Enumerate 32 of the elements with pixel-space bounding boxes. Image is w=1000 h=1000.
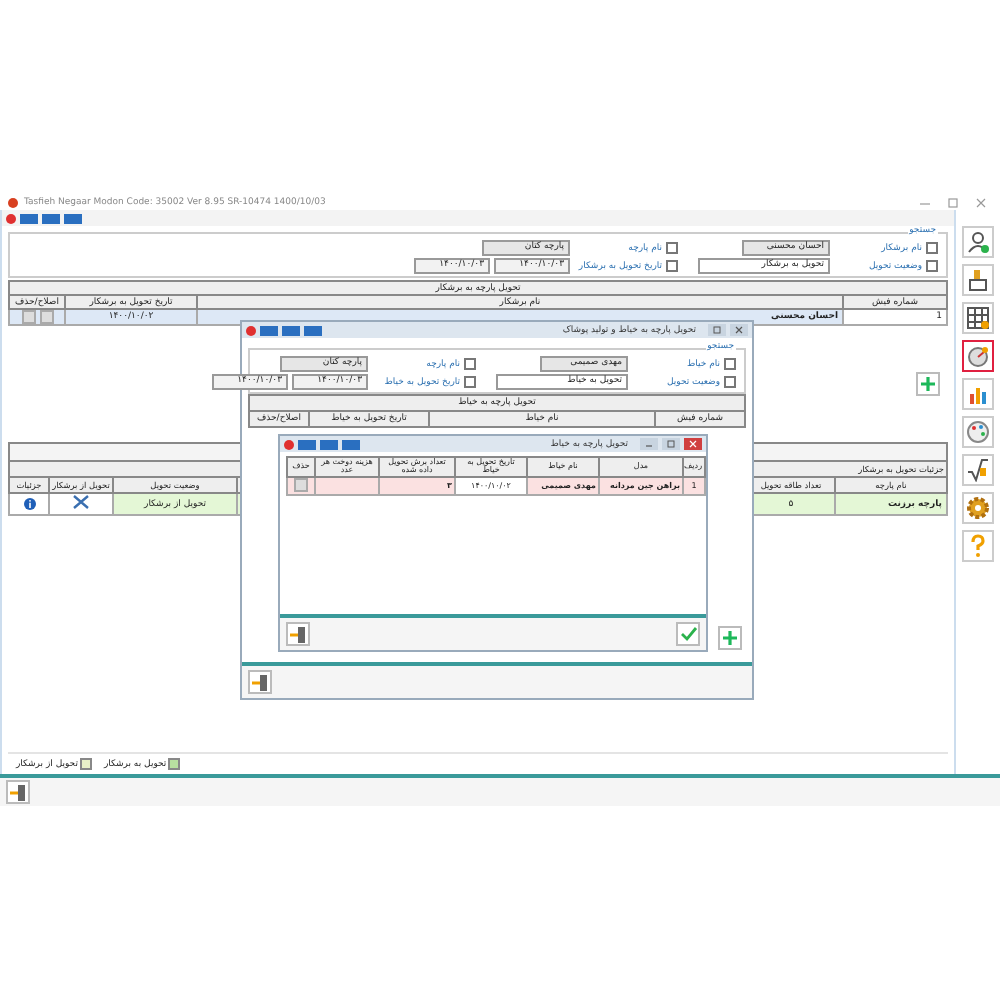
checkbox[interactable] xyxy=(926,260,938,272)
add-button[interactable] xyxy=(916,372,940,396)
exit-button[interactable] xyxy=(6,780,30,804)
status-dot-icon xyxy=(6,213,16,223)
chart-icon[interactable] xyxy=(962,378,994,410)
checkbox[interactable] xyxy=(666,260,678,272)
user-icon[interactable] xyxy=(962,226,994,258)
checkbox[interactable] xyxy=(926,242,938,254)
maximize-icon[interactable] xyxy=(948,197,958,207)
status-dot-icon xyxy=(246,325,256,335)
checkbox[interactable] xyxy=(724,376,736,388)
checkbox[interactable] xyxy=(464,358,476,370)
exit-button[interactable] xyxy=(286,622,310,646)
close-button[interactable] xyxy=(730,324,748,336)
gauge-icon[interactable] xyxy=(962,340,994,372)
add-button[interactable] xyxy=(718,626,742,650)
close-button[interactable] xyxy=(684,438,702,450)
gear-icon[interactable] xyxy=(962,492,994,524)
checkbox[interactable] xyxy=(464,376,476,388)
stamp-icon[interactable] xyxy=(962,264,994,296)
checkbox[interactable] xyxy=(666,242,678,254)
info-button[interactable] xyxy=(23,497,35,510)
grid-icon[interactable] xyxy=(962,302,994,334)
minimize-button[interactable] xyxy=(640,438,658,450)
confirm-button[interactable] xyxy=(676,622,700,646)
status-dot-icon xyxy=(284,439,294,449)
close-icon[interactable] xyxy=(976,197,986,207)
palette-icon[interactable] xyxy=(962,416,994,448)
app-icon xyxy=(8,197,18,207)
exit-button[interactable] xyxy=(248,670,272,694)
root-icon[interactable] xyxy=(962,454,994,486)
checkbox[interactable] xyxy=(724,358,736,370)
